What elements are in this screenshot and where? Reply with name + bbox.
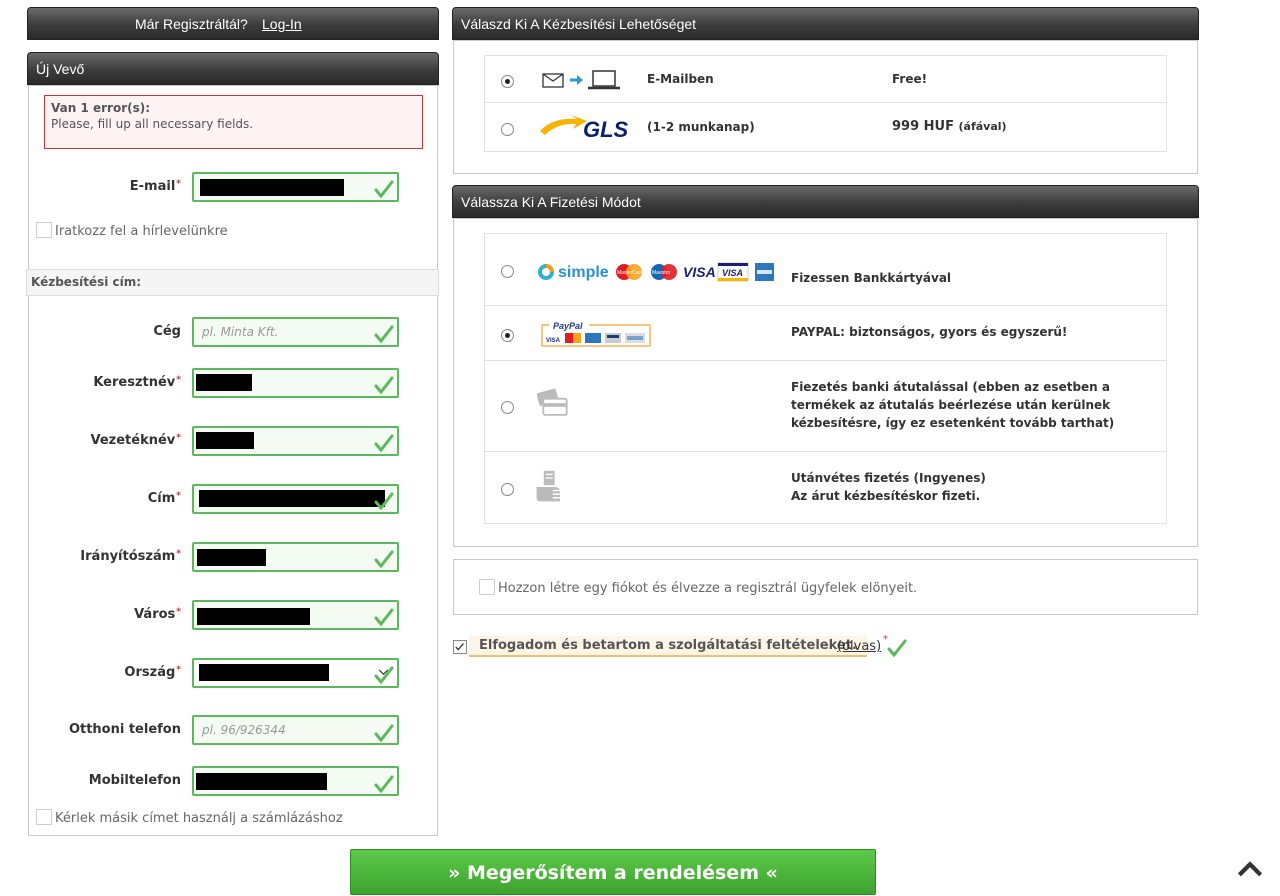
checkmark-icon	[455, 643, 464, 651]
valid-check-icon	[374, 724, 394, 743]
lastname-label: Vezetéknév*	[90, 433, 182, 448]
email-label: E-mail*	[129, 179, 181, 194]
billing-address-checkbox[interactable]	[36, 809, 52, 825]
shipping-price-gls: 999 HUF (áfával)	[892, 119, 1007, 134]
payment-text-paypal: PAYPAL: biztonságos, gyors és egyszerű!	[791, 325, 1068, 339]
payment-text-card: Fizessen Bankkártyával	[791, 271, 952, 285]
address-label: Cím*	[147, 491, 181, 506]
valid-check-icon	[374, 180, 394, 199]
country-select[interactable]	[192, 658, 399, 688]
bank-card-icon	[537, 388, 568, 416]
svg-text:VISA: VISA	[683, 264, 716, 280]
payment-text-transfer: Fiezetés banki átutalással (ebben az ese…	[791, 380, 1115, 430]
home-phone-label: Otthoni telefon	[68, 722, 181, 737]
shipping-option-gls[interactable]: GLS (1-2 munkanap) 999 HUF (áfával)	[484, 103, 1167, 152]
valid-check-icon	[374, 325, 394, 344]
terms-checkbox[interactable]	[453, 640, 467, 654]
terms-read-link[interactable]: (olvas)	[837, 639, 881, 654]
shipping-price-email: Free!	[892, 72, 928, 86]
shipping-name-email: E-Mailben	[647, 72, 714, 86]
account-panel: Hozzon létre egy fiókot és élvezze a reg…	[453, 559, 1198, 615]
gls-logo: GLS	[537, 113, 633, 142]
login-bar-text: Már Regisztráltál?	[135, 16, 248, 32]
payment-radio-paypal[interactable]	[501, 329, 514, 342]
payment-option-card[interactable]: simple MasterCard Maestro VISA VISA Fize…	[484, 233, 1167, 306]
confirm-order-label: » Megerősítem a rendelésem «	[448, 862, 778, 884]
shipping-option-email[interactable]: E-Mailben Free!	[484, 55, 1167, 103]
firstname-field[interactable]	[192, 368, 399, 398]
payment-option-transfer[interactable]: Fiezetés banki átutalással (ebben az ese…	[484, 361, 1167, 452]
terms-label: Elfogadom és betartom a szolgáltatási fe…	[469, 636, 867, 657]
valid-check-icon	[374, 550, 394, 569]
valid-check-icon	[374, 434, 394, 453]
error-box: Van 1 error(s): Please, fill up all nece…	[44, 95, 423, 149]
zip-label: Irányítószám*	[80, 549, 181, 564]
simple-card-logos: simple MasterCard Maestro VISA VISA	[537, 260, 777, 284]
city-label: Város*	[134, 607, 181, 622]
payment-radio-cod[interactable]	[501, 483, 514, 496]
confirm-order-button[interactable]: » Megerősítem a rendelésem «	[350, 849, 876, 895]
newsletter-label: Iratkozz fel a hírlevelünkre	[55, 224, 228, 239]
cash-hand-icon	[536, 470, 562, 502]
svg-text:VISA: VISA	[546, 338, 561, 344]
shipping-header: Válaszd Ki A Kézbesítési Lehetőséget	[452, 7, 1199, 40]
scroll-to-top-icon[interactable]	[1237, 860, 1263, 877]
address-field[interactable]	[192, 484, 399, 514]
svg-text:simple: simple	[558, 264, 609, 281]
company-field[interactable]: pl. Minta Kft.	[192, 317, 399, 347]
zip-field[interactable]	[192, 542, 399, 572]
valid-check-icon	[374, 666, 394, 685]
company-label: Cég	[153, 324, 181, 339]
svg-text:VISA: VISA	[722, 268, 743, 278]
login-bar: Már Regisztráltál? Log-In	[27, 7, 439, 40]
home-phone-field[interactable]: pl. 96/926344	[192, 715, 399, 745]
error-title: Van 1 error(s):	[51, 101, 151, 115]
payment-title: Válassza Ki A Fizetési Módot	[461, 194, 641, 210]
payment-header: Válassza Ki A Fizetési Módot	[452, 185, 1199, 218]
new-customer-title: Új Vevő	[36, 61, 85, 77]
valid-check-icon	[374, 608, 394, 627]
svg-text:Maestro: Maestro	[652, 270, 670, 276]
paypal-logo: PayPal VISA	[541, 319, 651, 347]
create-account-checkbox[interactable]	[479, 579, 495, 595]
email-to-laptop-icon	[541, 68, 621, 92]
city-field[interactable]	[192, 600, 399, 630]
payment-option-paypal[interactable]: PayPal VISA PAYPAL: biztonságos, gyors é…	[484, 306, 1167, 361]
svg-text:MasterCard: MasterCard	[617, 270, 643, 276]
country-label: Ország*	[124, 665, 181, 680]
new-customer-panel: Van 1 error(s): Please, fill up all nece…	[26, 85, 439, 836]
lastname-field[interactable]	[192, 426, 399, 456]
create-account-label: Hozzon létre egy fiókot és élvezze a reg…	[498, 581, 918, 596]
new-customer-header: Új Vevő	[27, 52, 439, 85]
error-message: Please, fill up all necessary fields.	[51, 117, 254, 131]
valid-check-icon	[887, 639, 907, 658]
shipping-radio-gls[interactable]	[501, 123, 514, 136]
delivery-section-header: Kézbesítési cím:	[26, 269, 439, 296]
shipping-radio-email[interactable]	[501, 75, 514, 88]
payment-text-cod: Utánvétes fizetés (Ingyenes) Az árut kéz…	[791, 471, 986, 503]
svg-text:GLS: GLS	[583, 117, 629, 141]
valid-check-icon	[374, 492, 394, 511]
payment-option-cod[interactable]: Utánvétes fizetés (Ingyenes) Az árut kéz…	[484, 452, 1167, 524]
mobile-label: Mobiltelefon	[88, 773, 181, 788]
shipping-name-gls: (1-2 munkanap)	[647, 120, 755, 134]
login-link[interactable]: Log-In	[262, 16, 302, 32]
mobile-field[interactable]	[192, 766, 399, 796]
billing-address-label: Kérlek másik címet használj a számlázásh…	[55, 811, 343, 826]
svg-text:PayPal: PayPal	[553, 321, 583, 331]
payment-radio-transfer[interactable]	[501, 401, 514, 414]
firstname-label: Keresztnév*	[93, 375, 181, 390]
valid-check-icon	[374, 775, 394, 794]
shipping-title: Válaszd Ki A Kézbesítési Lehetőséget	[461, 16, 697, 32]
payment-radio-card[interactable]	[501, 265, 514, 278]
valid-check-icon	[374, 376, 394, 395]
newsletter-checkbox[interactable]	[36, 222, 52, 238]
email-field[interactable]	[192, 172, 399, 202]
